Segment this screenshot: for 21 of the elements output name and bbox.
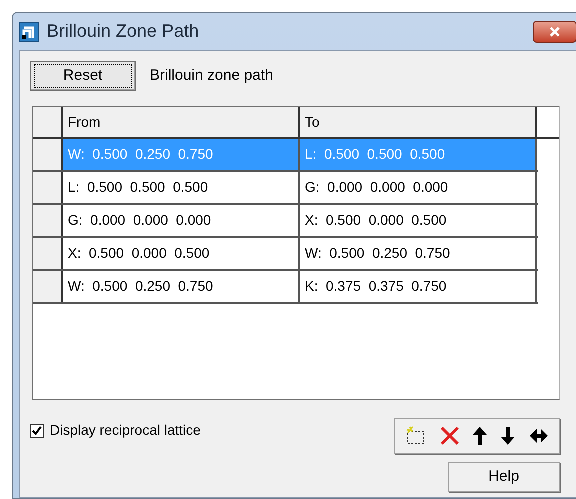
reset-button[interactable]: Reset bbox=[30, 61, 136, 91]
up-arrow-icon[interactable] bbox=[472, 426, 488, 446]
app-icon bbox=[19, 22, 39, 42]
row-header[interactable] bbox=[33, 172, 63, 203]
column-header[interactable]: From bbox=[63, 107, 300, 137]
delete-icon[interactable] bbox=[440, 426, 460, 446]
close-button[interactable] bbox=[533, 20, 576, 42]
close-icon bbox=[549, 26, 561, 36]
down-arrow-icon[interactable] bbox=[500, 426, 516, 446]
window-title: Brillouin Zone Path bbox=[47, 20, 200, 43]
checkmark-icon bbox=[32, 426, 42, 436]
row-header[interactable] bbox=[33, 139, 63, 170]
help-button[interactable]: Help bbox=[448, 462, 560, 492]
reciprocal-lattice-checkbox[interactable]: Display reciprocal lattice bbox=[30, 420, 201, 441]
section-label: Brillouin zone path bbox=[150, 66, 274, 86]
new-item-icon[interactable] bbox=[405, 426, 428, 446]
row-header[interactable] bbox=[33, 271, 63, 302]
column-header[interactable]: To bbox=[300, 107, 537, 137]
row-header[interactable] bbox=[33, 205, 63, 236]
swap-arrows-icon[interactable] bbox=[528, 427, 549, 445]
row-header[interactable] bbox=[33, 238, 63, 269]
